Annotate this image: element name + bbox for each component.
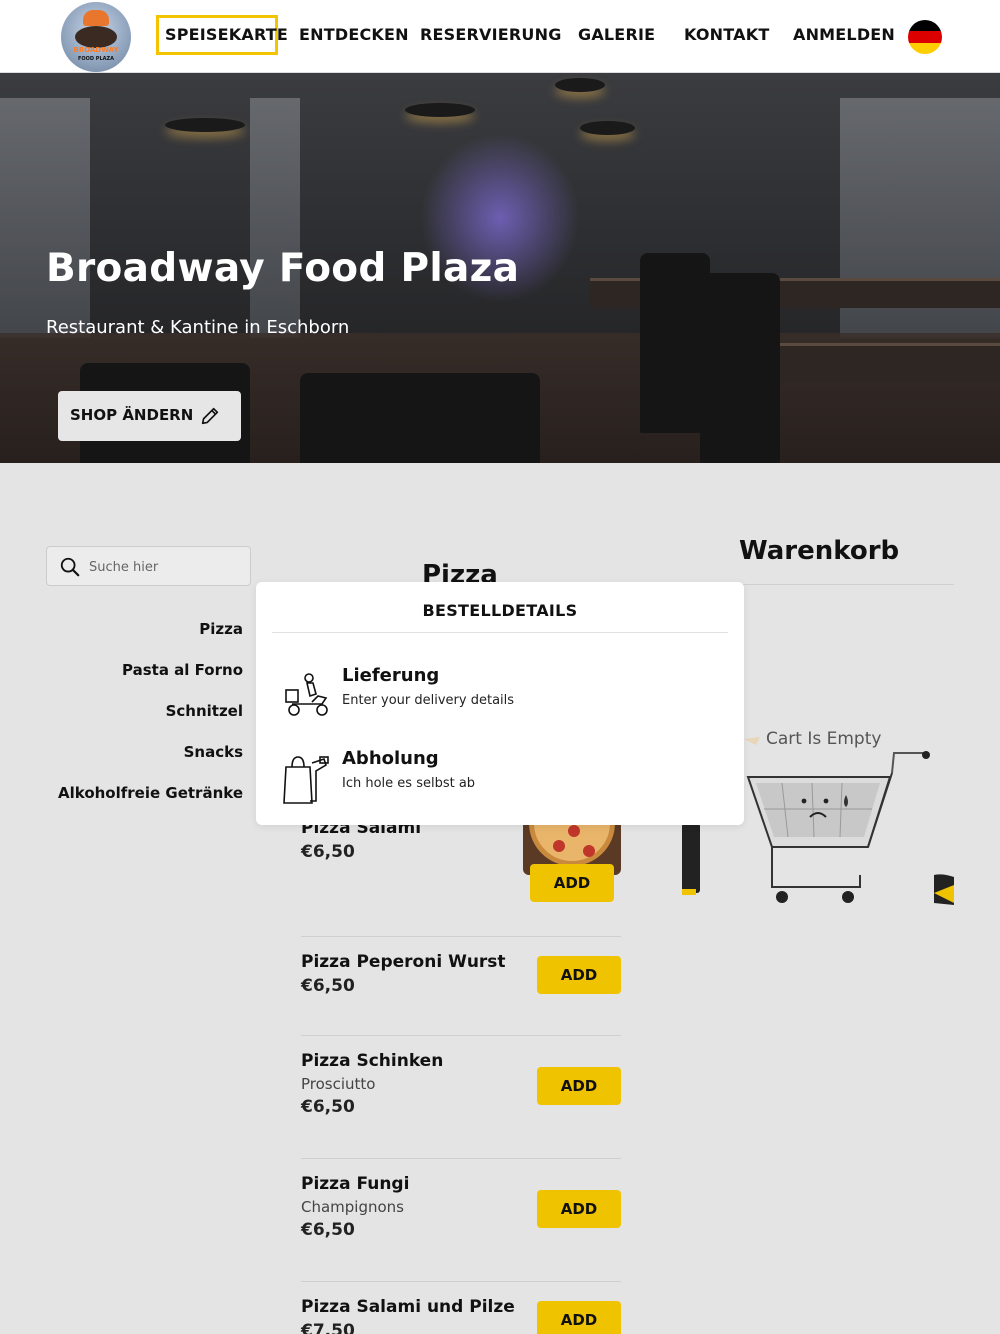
pickup-option-title: Abholung bbox=[342, 748, 439, 769]
category-pizza[interactable]: Pizza bbox=[199, 620, 243, 638]
search-input[interactable] bbox=[89, 556, 239, 578]
nav-galerie[interactable]: GALERIE bbox=[578, 25, 655, 44]
nav-anmelden[interactable]: ANMELDEN bbox=[793, 25, 895, 44]
add-button[interactable]: ADD bbox=[537, 1067, 621, 1105]
category-snacks[interactable]: Snacks bbox=[184, 743, 243, 761]
add-button[interactable]: ADD bbox=[537, 1301, 621, 1334]
change-shop-label: SHOP ÄNDERN bbox=[70, 406, 194, 424]
site-header: BROADWAY FOOD PLAZA SPEISEKARTE ENTDECKE… bbox=[0, 0, 1000, 73]
menu-divider bbox=[301, 936, 621, 937]
menu-divider bbox=[301, 1035, 621, 1036]
menu-item-price: €6,50 bbox=[301, 842, 355, 862]
add-button[interactable]: ADD bbox=[537, 956, 621, 994]
modal-title: BESTELLDETAILS bbox=[422, 601, 578, 620]
change-shop-button[interactable]: SHOP ÄNDERN bbox=[58, 391, 241, 441]
germany-flag-icon[interactable] bbox=[908, 20, 942, 54]
menu-divider bbox=[301, 1281, 621, 1282]
delivery-option-title: Lieferung bbox=[342, 665, 440, 686]
delivery-option-subtitle: Enter your delivery details bbox=[342, 693, 515, 708]
delivery-scooter-icon bbox=[285, 673, 328, 716]
delivery-option[interactable]: Lieferung Enter your delivery details bbox=[256, 662, 744, 732]
takeaway-bag-icon bbox=[283, 756, 329, 804]
search-icon bbox=[60, 557, 80, 577]
pickup-option-subtitle: Ich hole es selbst ab bbox=[342, 776, 476, 791]
cart-divider bbox=[739, 584, 954, 585]
logo-brand-text: BROADWAY bbox=[73, 46, 119, 54]
cart-title: Warenkorb bbox=[739, 536, 900, 566]
nav-reservierung[interactable]: RESERVIERUNG bbox=[420, 25, 562, 44]
pencil-icon bbox=[201, 407, 219, 425]
nav-speisekarte[interactable]: SPEISEKARTE bbox=[165, 25, 288, 44]
modal-divider bbox=[272, 632, 728, 633]
nav-entdecken[interactable]: ENTDECKEN bbox=[299, 25, 409, 44]
add-button[interactable]: ADD bbox=[537, 1190, 621, 1228]
hero-subtitle: Restaurant & Kantine in Eschborn bbox=[46, 317, 350, 338]
menu-divider bbox=[301, 1158, 621, 1159]
nav-kontakt[interactable]: KONTAKT bbox=[684, 25, 769, 44]
category-schnitzel[interactable]: Schnitzel bbox=[166, 702, 243, 720]
site-logo[interactable]: BROADWAY FOOD PLAZA bbox=[61, 2, 131, 72]
menu-search bbox=[46, 546, 251, 586]
logo-sub-text: FOOD PLAZA bbox=[77, 56, 115, 62]
hero-banner: Broadway Food Plaza Restaurant & Kantine… bbox=[0, 73, 1000, 463]
add-button[interactable]: ADD bbox=[530, 864, 614, 902]
category-alkoholfreie-getraenke[interactable]: Alkoholfreie Getränke bbox=[58, 784, 243, 802]
order-details-modal: BESTELLDETAILS Lieferung Enter your deli… bbox=[256, 582, 744, 825]
hero-title: Broadway Food Plaza bbox=[46, 246, 520, 291]
pickup-option[interactable]: Abholung Ich hole es selbst ab bbox=[256, 745, 744, 815]
category-pasta-al-forno[interactable]: Pasta al Forno bbox=[122, 661, 243, 679]
